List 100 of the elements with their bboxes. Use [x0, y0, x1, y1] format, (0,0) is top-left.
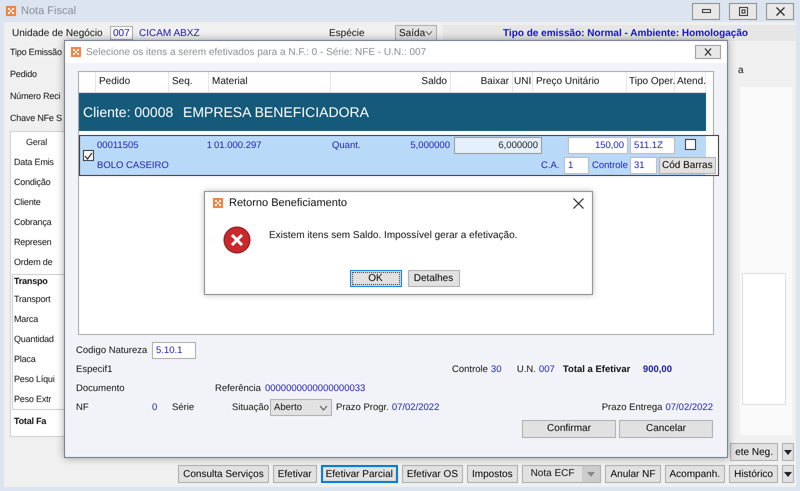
dropdown-arrow-button[interactable]	[782, 465, 794, 483]
field-label: Unidade de Negócio	[12, 28, 104, 38]
column-header: Baixar	[451, 72, 513, 92]
field-label: Cliente	[14, 196, 42, 209]
value-text: 07/02/2022	[665, 402, 713, 413]
ca-field[interactable]: 1	[564, 156, 589, 174]
column-header: UNI	[513, 72, 533, 92]
item-row[interactable]: 00011505 1 01.000.297 Quant. 5,000000 6,000000 150,00 511.1Z BOLO CASEIRO C.A. 1 Controle 31 Cód Barras	[79, 135, 719, 176]
close-icon	[703, 48, 713, 56]
action-button[interactable]: Efetivar Parcial	[320, 465, 398, 483]
message-text: Existem itens sem Saldo. Impossível gerar a efetivação.	[269, 230, 518, 241]
action-button[interactable]: Anular NF	[605, 465, 660, 483]
field-label: Documento	[76, 383, 126, 394]
field-label: Série	[172, 402, 196, 413]
field-label: Cobrança	[14, 216, 53, 229]
column-header: Seq.	[169, 72, 209, 92]
total-label: Total Fa	[14, 416, 48, 426]
action-button[interactable]: Acompanh.	[664, 465, 726, 483]
field-label: Data Emis	[14, 156, 55, 169]
species-dropdown[interactable]: Saída	[395, 24, 437, 42]
column-header: Tipo Oper.	[627, 72, 675, 92]
caret-down-icon	[587, 472, 596, 476]
check-icon	[84, 152, 93, 160]
checkbox[interactable]	[685, 138, 696, 150]
field-label: Tipo Emissão	[10, 46, 63, 59]
field-label: Quantidad	[14, 333, 55, 346]
minimize-button[interactable]	[692, 2, 720, 20]
action-button[interactable]: Consulta Serviços	[178, 465, 269, 483]
error-icon	[223, 226, 251, 254]
action-button[interactable]: Impostos	[467, 465, 518, 483]
dropdown-arrow-button[interactable]	[782, 443, 794, 461]
field-label: NF	[76, 402, 90, 413]
field-label: Número Reci	[10, 90, 62, 103]
close-icon	[776, 6, 784, 16]
field-label: Condição	[14, 176, 52, 189]
dialog-title: Retorno Beneficiamento	[229, 197, 348, 209]
field-label: Transport	[14, 293, 52, 306]
value-text: 0	[152, 402, 158, 413]
field-label: a	[738, 65, 745, 78]
cell-text: 1	[206, 140, 212, 152]
operation-field[interactable]: 511.1Z	[630, 137, 675, 154]
field-label: Chave NFe S	[10, 112, 63, 125]
app-logo-icon	[6, 6, 16, 16]
action-button[interactable]: Efetivar OS	[402, 465, 463, 483]
dialog-button[interactable]: OK	[350, 270, 402, 287]
field-label: U.N.	[516, 364, 536, 375]
emission-info-text: Tipo de emissão: Normal - Ambiente: Homologação	[503, 28, 748, 38]
field-label: Ordem de	[14, 256, 54, 269]
caret-icon	[425, 30, 433, 36]
unit-name-text: CICAM ABXZ	[139, 28, 201, 38]
column-header: Saldo	[331, 72, 451, 92]
dialog-button[interactable]: Detalhes	[408, 270, 460, 287]
barcode-button[interactable]: Cód Barras	[659, 156, 716, 174]
controle-field[interactable]: 31	[630, 156, 657, 174]
caret-icon	[319, 404, 328, 410]
close-button[interactable]	[695, 45, 721, 59]
dialog-button[interactable]: Confirmar	[522, 420, 616, 438]
field-label: Marca	[14, 313, 40, 326]
field-label: Prazo Entrega	[602, 402, 662, 413]
window-title: Nota Fiscal	[21, 5, 76, 17]
maximize-icon	[738, 6, 748, 16]
field-label: Pedido	[10, 68, 38, 81]
field-label: Codigo Natureza	[76, 345, 148, 356]
split-button[interactable]: Nota ECF	[522, 465, 602, 483]
caret-down-icon	[784, 450, 792, 454]
field-label: Espécie	[329, 28, 366, 38]
action-button[interactable]: Efetivar	[272, 465, 317, 483]
price-field[interactable]: 150,00	[568, 137, 628, 154]
column-header: Preço Unitário	[533, 72, 627, 92]
value-text: 07/02/2022	[392, 402, 440, 413]
caret-down-icon	[784, 472, 792, 476]
action-button[interactable]: Histórico	[729, 465, 778, 483]
total-value: 900,00	[642, 364, 672, 375]
action-button[interactable]: ete Neg.	[730, 443, 778, 461]
maximize-button[interactable]	[729, 2, 757, 20]
dialog-button[interactable]: Cancelar	[619, 420, 713, 438]
column-header: Pedido	[96, 72, 169, 92]
value-text: 007	[538, 364, 556, 375]
dropdown-value: Saída	[399, 28, 426, 38]
field-label: Referência	[215, 383, 261, 394]
checkbox[interactable]	[83, 150, 94, 161]
close-button[interactable]	[766, 2, 794, 20]
value-text: 30	[490, 364, 502, 375]
field-label: Prazo Progr.	[336, 402, 389, 413]
unit-code-field[interactable]: 007	[110, 26, 133, 40]
cell-text: Quant.	[332, 140, 362, 152]
cell-text: BOLO CASEIRO	[97, 160, 170, 171]
field-label: Controle	[452, 364, 488, 375]
baixar-field[interactable]: 6,000000	[454, 137, 542, 154]
total-label: Total a Efetivar	[562, 364, 632, 375]
field-label: Placa	[14, 353, 37, 366]
close-icon	[573, 198, 584, 208]
natureza-field[interactable]: 5.10.1	[152, 342, 196, 359]
field-label: Represen	[14, 236, 52, 249]
app-logo-icon	[71, 47, 81, 57]
dialog-title: Selecione os itens a serem efetivados para a N.F.: 0 - Série: NFE - U.N.: 007	[86, 46, 426, 58]
app-logo-icon	[213, 198, 223, 208]
dropdown-value: Aberto	[274, 402, 302, 413]
close-button[interactable]	[573, 198, 584, 208]
situacao-dropdown[interactable]: Aberto	[270, 399, 332, 416]
